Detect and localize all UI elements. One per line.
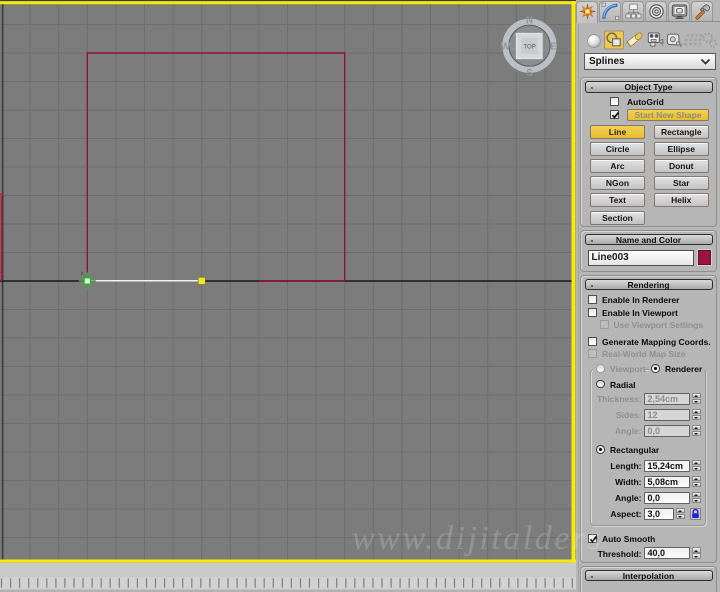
svg-text:E: E: [550, 42, 557, 53]
svg-text:N: N: [526, 16, 533, 27]
svg-text:TOP: TOP: [523, 45, 535, 51]
svg-text:S: S: [526, 68, 533, 79]
svg-text:W: W: [501, 42, 511, 53]
